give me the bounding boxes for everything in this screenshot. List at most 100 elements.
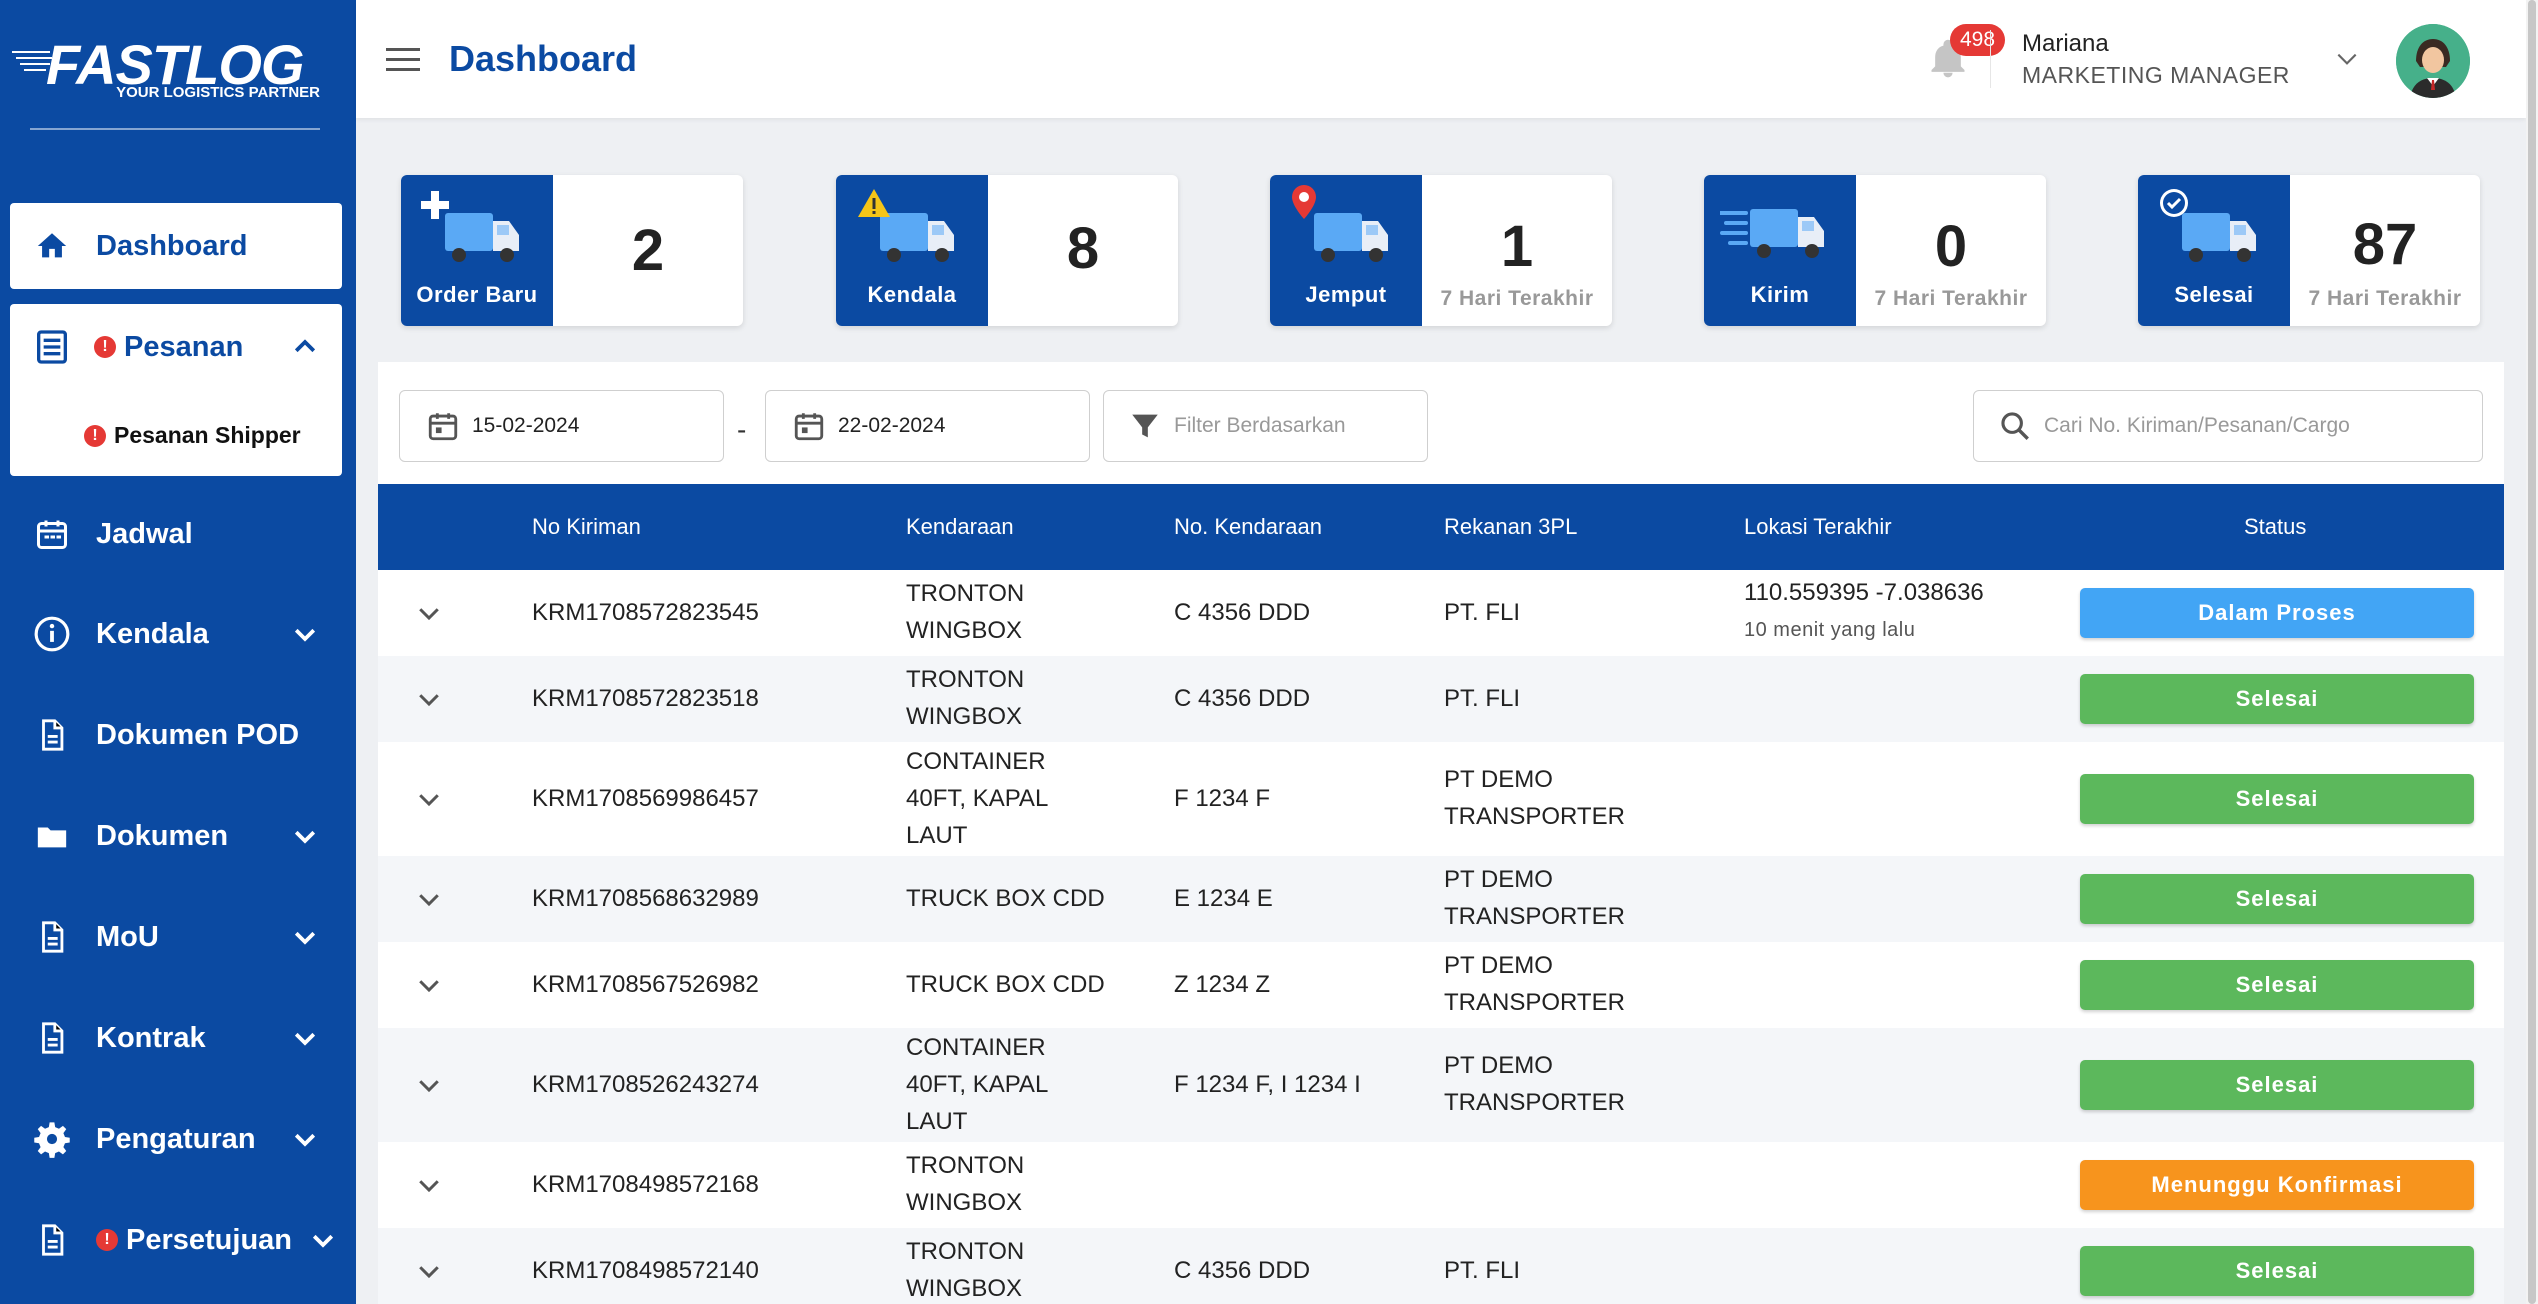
stat-card-selesai[interactable]: Selesai 87 7 Hari Terakhir [2138,175,2480,326]
status-badge[interactable]: Dalam Proses [2080,588,2474,638]
fastlog-logo[interactable]: FASTLOG YOUR LOGISTICS PARTNER [10,32,320,107]
alert-icon: ! [96,1229,118,1251]
column-header[interactable]: Status [2244,514,2306,540]
date-to-field[interactable]: 22-02-2024 [765,390,1090,462]
status-badge[interactable]: Selesai [2080,1246,2474,1296]
last-location-time: 10 menit yang lalu [1744,619,1916,641]
sidebar-item-dokumen[interactable]: Dokumen [10,793,342,879]
sidebar-item-kendala[interactable]: Kendala [10,591,342,677]
expand-row-icon[interactable] [414,1170,444,1200]
chevron-down-icon[interactable] [308,1225,338,1255]
avatar[interactable] [2396,24,2470,98]
expand-row-icon[interactable] [414,884,444,914]
sidebar-item-label: Kendala [96,617,209,650]
vehicle-type: TRONTON WINGBOX [906,1238,1025,1302]
stat-card-order-baru[interactable]: Order Baru 2 [401,175,743,326]
expand-row-icon[interactable] [414,1070,444,1100]
status-badge[interactable]: Selesai [2080,774,2474,824]
expand-row-icon[interactable] [414,1256,444,1286]
shipment-panel: 15-02-2024 - 22-02-2024 Filter Berdasark… [378,362,2504,1304]
vehicle-type: TRONTON WINGBOX [906,1152,1025,1216]
chevron-down-icon[interactable] [290,821,320,851]
stat-note: 7 Hari Terakhir [1440,287,1594,310]
stat-label: Kirim [1750,282,1810,307]
chevron-down-icon[interactable] [290,619,320,649]
stat-label: Selesai [2174,282,2254,307]
sidebar-group-pesanan: ! Pesanan ! Pesanan Shipper [10,304,342,476]
sidebar-item-pengaturan[interactable]: Pengaturan [10,1096,342,1182]
chevron-down-icon[interactable] [290,922,320,952]
notification-badge: 498 [1950,24,2006,56]
list-icon [32,327,72,367]
column-header[interactable]: No Kiriman [532,514,641,540]
stat-value: 87 [2352,212,2418,277]
expand-row-icon[interactable] [414,970,444,1000]
column-header[interactable]: No. Kendaraan [1174,514,1322,540]
shipment-number: KRM1708498572168 [532,1171,759,1198]
expand-row-icon[interactable] [414,684,444,714]
stat-label: Kendala [867,282,957,307]
hamburger-menu-icon[interactable] [386,46,422,74]
filter-placeholder: Filter Berdasarkan [1174,414,1346,437]
search-placeholder: Cari No. Kiriman/Pesanan/Cargo [2044,414,2350,437]
calendar-icon [794,413,824,441]
status-badge[interactable]: Menunggu Konfirmasi [2080,1160,2474,1210]
table-row[interactable]: KRM1708572823518 TRONTON WINGBOX C 4356 D… [378,656,2504,742]
sidebar-item-dokumen-pod[interactable]: Dokumen POD [10,692,342,778]
sidebar-item-kontrak[interactable]: Kontrak [10,995,342,1081]
stat-card-jemput[interactable]: Jemput 1 7 Hari Terakhir [1270,175,1612,326]
partner-3pl: PT DEMO TRANSPORTER [1444,766,1625,830]
expand-row-icon[interactable] [414,598,444,628]
user-name[interactable]: Mariana [2022,30,2109,58]
table-row[interactable]: KRM1708498572140 TRONTON WINGBOX C 4356 D… [378,1228,2504,1304]
date-separator: - [737,414,747,445]
sidebar-item-label: Persetujuan [126,1223,292,1256]
gear-icon [32,1119,72,1159]
chevron-up-icon[interactable] [290,332,320,362]
status-badge[interactable]: Selesai [2080,1060,2474,1110]
status-badge[interactable]: Selesai [2080,674,2474,724]
table-row[interactable]: KRM1708568632989 TRUCK BOX CDD E 1234 E … [378,856,2504,942]
sidebar-item-persetujuan[interactable]: ! Persetujuan [10,1197,342,1283]
chevron-down-icon[interactable] [290,1124,320,1154]
vehicle-number: C 4356 DDD [1174,685,1311,712]
sidebar-item-label: Dokumen POD [96,718,300,751]
scrollbar-thumb[interactable] [2528,0,2536,1304]
stat-value: 0 [1934,214,1968,279]
sidebar-item-mou[interactable]: MoU [10,894,342,980]
sidebar-item-jadwal[interactable]: Jadwal [10,491,342,577]
stat-card-kirim[interactable]: Kirim 0 7 Hari Terakhir [1704,175,2046,326]
sidebar-item-label: Jadwal [96,517,193,550]
truck-check-icon: Selesai [2138,175,2290,326]
status-badge[interactable]: Selesai [2080,874,2474,924]
column-header[interactable]: Lokasi Terakhir [1744,514,1892,540]
table-row[interactable]: KRM1708526243274 CONTAINER 40FT, KAPAL LAU… [378,1028,2504,1142]
partner-3pl: PT. FLI [1444,599,1521,626]
column-header[interactable]: Kendaraan [906,514,1014,540]
table-header: No Kiriman Kendaraan No. Kendaraan Rekan… [378,484,2504,570]
table-row[interactable]: KRM1708567526982 TRUCK BOX CDD Z 1234 Z … [378,942,2504,1028]
vehicle-type: TRONTON WINGBOX [906,580,1025,644]
sidebar: FASTLOG YOUR LOGISTICS PARTNER Dashboard… [0,0,356,1304]
truck-fast-icon: Kirim [1704,175,1856,326]
stat-value: 8 [1066,216,1100,281]
column-header[interactable]: Rekanan 3PL [1444,514,1577,540]
last-location: 110.559395 -7.038636 [1744,579,1984,606]
chevron-down-icon[interactable] [290,1023,320,1053]
vehicle-type: TRONTON WINGBOX [906,666,1025,730]
date-from-field[interactable]: 15-02-2024 [399,390,724,462]
table-row[interactable]: KRM1708572823545 TRONTON WINGBOX C 4356 D… [378,570,2504,656]
sidebar-item-dashboard[interactable]: Dashboard [10,203,342,289]
filter-select[interactable]: Filter Berdasarkan [1103,390,1428,462]
expand-row-icon[interactable] [414,784,444,814]
sidebar-item-pesanan[interactable]: ! Pesanan [10,304,342,390]
table-row[interactable]: KRM1708498572168 TRONTON WINGBOX Menunggu… [378,1142,2504,1228]
chevron-down-icon[interactable] [2334,48,2360,70]
search-input[interactable]: Cari No. Kiriman/Pesanan/Cargo [1973,390,2483,462]
stat-card-kendala[interactable]: Kendala 8 [836,175,1178,326]
date-from-value: 15-02-2024 [472,414,580,437]
sidebar-subitem-pesanan-shipper[interactable]: ! Pesanan Shipper [84,422,301,449]
status-badge[interactable]: Selesai [2080,960,2474,1010]
date-to-value: 22-02-2024 [838,414,946,437]
table-row[interactable]: KRM1708569986457 CONTAINER 40FT, KAPAL LAU… [378,742,2504,856]
